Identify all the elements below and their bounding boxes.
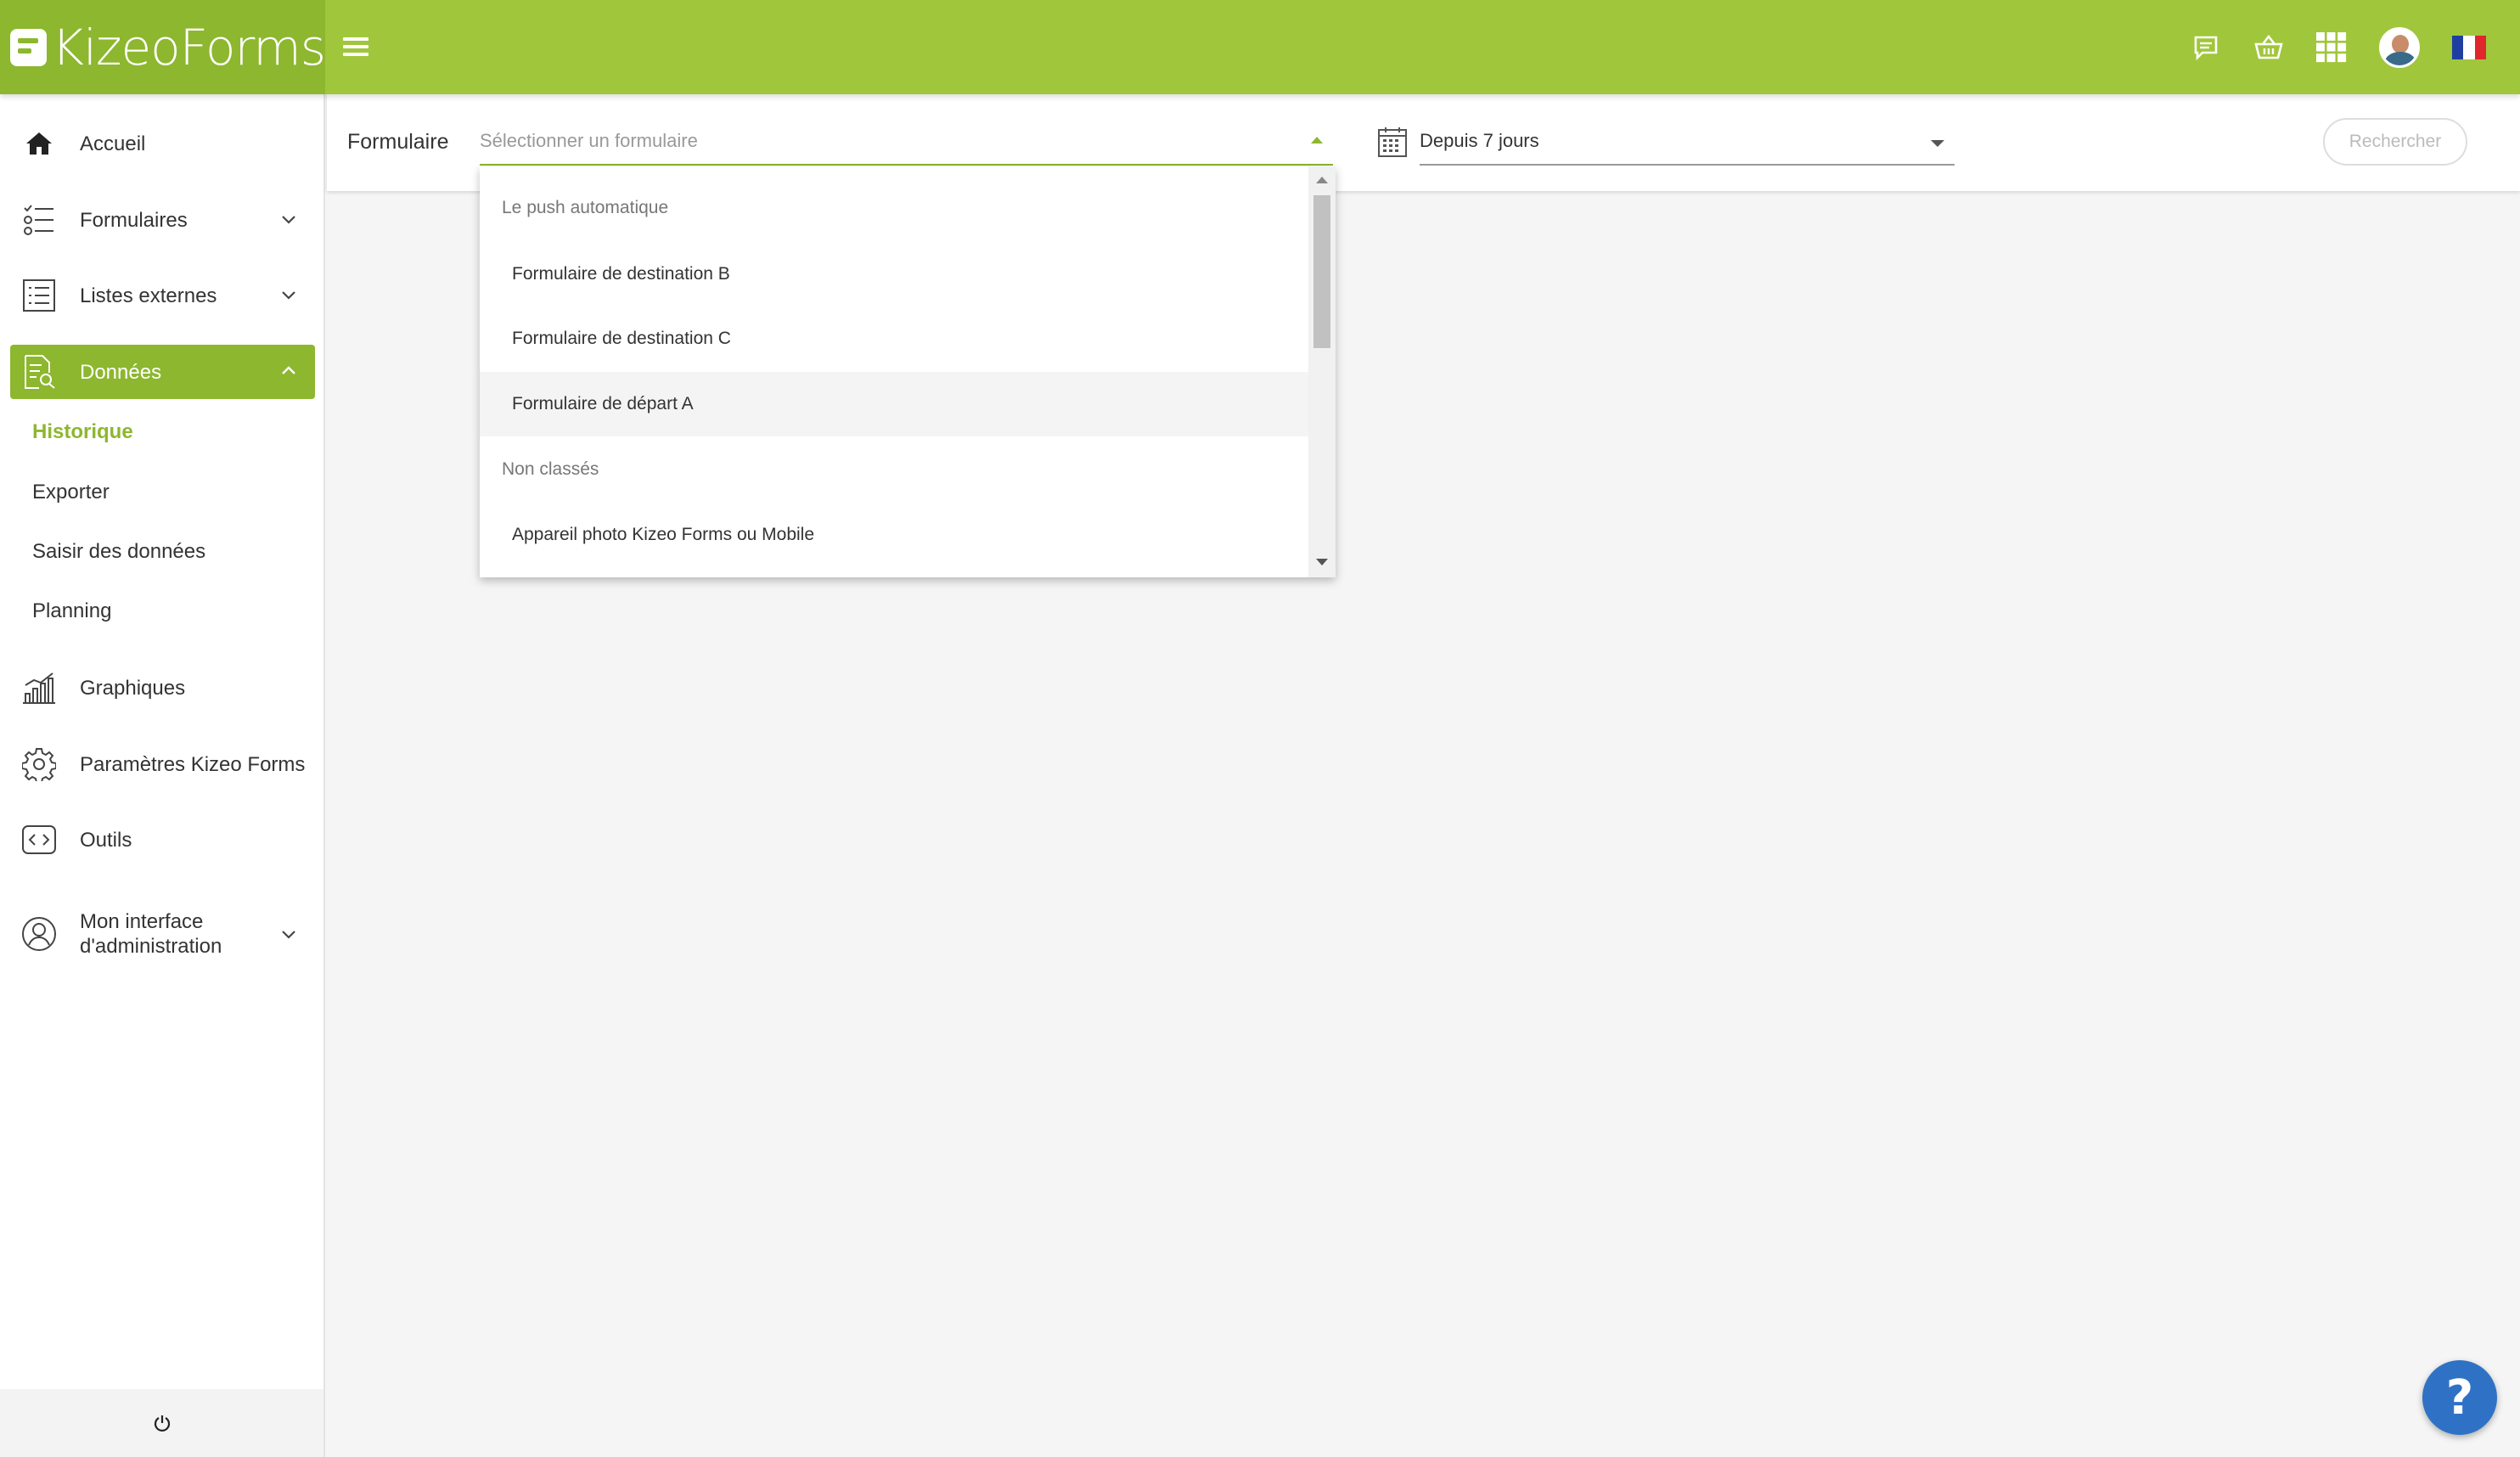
code-icon (20, 821, 58, 858)
sidebar-item-label: Données (80, 360, 162, 384)
sidebar-subitem-saisir-des-donnees[interactable]: Saisir des données (32, 540, 205, 564)
dropdown-group-label: Le push automatique (502, 198, 669, 217)
form-dropdown-list: Le push automatique Formulaire de destin… (480, 166, 1308, 577)
sidebar-item-outils[interactable]: Outils (10, 813, 315, 867)
sidebar: Accueil Formulaires Listes externes Donn… (0, 94, 325, 1457)
top-icons (2191, 0, 2486, 94)
gear-icon (20, 745, 58, 783)
calendar-icon[interactable] (1378, 127, 1407, 157)
scrollbar-thumb[interactable] (1313, 195, 1330, 348)
form-dropdown: Le push automatique Formulaire de destin… (480, 166, 1336, 577)
logo-text: KizeoForms (51, 18, 326, 76)
hamburger-menu-icon[interactable] (343, 36, 368, 58)
sidebar-item-graphiques[interactable]: Graphiques (10, 661, 315, 715)
form-label: Formulaire (347, 130, 449, 154)
chevron-down-icon[interactable] (281, 926, 296, 942)
apps-grid-icon[interactable] (2316, 31, 2347, 63)
forms-list-icon (20, 201, 58, 239)
chevron-up-icon[interactable] (281, 363, 296, 379)
sidebar-item-label: Listes externes (80, 284, 217, 307)
user-circle-icon (20, 915, 58, 953)
logo-icon (10, 28, 47, 66)
chevron-down-icon[interactable] (281, 211, 296, 227)
sidebar-item-donnees[interactable]: Données (10, 345, 315, 399)
sidebar-subitem-exporter[interactable]: Exporter (32, 481, 110, 504)
sidebar-item-listes-externes[interactable]: Listes externes (10, 268, 315, 323)
message-icon[interactable] (2191, 32, 2221, 63)
sidebar-item-parametres[interactable]: Paramètres Kizeo Forms (10, 737, 315, 791)
caret-down-icon (1931, 140, 1944, 147)
caret-up-icon (1311, 137, 1323, 143)
dropdown-option[interactable]: Formulaire de destination C (480, 307, 1308, 371)
form-select-placeholder: Sélectionner un formulaire (480, 130, 698, 151)
sidebar-item-label: Mon interface d'administration (80, 910, 222, 958)
basket-icon[interactable] (2253, 32, 2284, 63)
sidebar-item-label: Paramètres Kizeo Forms (80, 752, 306, 776)
data-search-icon (20, 353, 58, 391)
logo[interactable]: KizeoForms (0, 0, 326, 94)
sidebar-subitem-planning[interactable]: Planning (32, 599, 111, 623)
scroll-up-icon[interactable] (1316, 177, 1328, 183)
form-select[interactable]: Sélectionner un formulaire (480, 118, 1333, 166)
external-list-icon (20, 277, 58, 314)
sidebar-item-accueil[interactable]: Accueil (10, 116, 315, 171)
sidebar-item-label: Accueil (80, 132, 146, 155)
sidebar-item-administration[interactable]: Mon interface d'administration (10, 888, 315, 980)
dropdown-scrollbar[interactable] (1308, 166, 1336, 577)
avatar[interactable] (2379, 26, 2420, 68)
sidebar-item-label: Outils (80, 828, 132, 852)
top-bar: KizeoForms (0, 0, 2520, 94)
search-button[interactable]: Rechercher (2323, 118, 2467, 166)
dropdown-group-label: Non classés (502, 459, 599, 479)
sidebar-subitem-historique[interactable]: Historique (32, 420, 133, 444)
scroll-down-icon[interactable] (1316, 559, 1328, 565)
bar-chart-icon (20, 669, 58, 706)
sidebar-item-formulaires[interactable]: Formulaires (10, 193, 315, 247)
chevron-down-icon[interactable] (281, 287, 296, 302)
help-button[interactable]: ? (2422, 1360, 2497, 1435)
period-select-value: Depuis 7 jours (1420, 130, 1539, 151)
period-select[interactable]: Depuis 7 jours (1420, 118, 1955, 166)
logout-button[interactable] (0, 1389, 323, 1457)
dropdown-option[interactable]: Formulaire de destination B (480, 242, 1308, 307)
dropdown-option[interactable]: Appareil photo Kizeo Forms ou Mobile (480, 503, 1308, 567)
dropdown-option[interactable]: Formulaire de départ A (480, 372, 1308, 436)
sidebar-item-label: Graphiques (80, 676, 186, 700)
flag-fr-icon[interactable] (2452, 35, 2486, 59)
home-icon (20, 125, 58, 162)
power-icon (154, 1415, 170, 1432)
sidebar-item-label: Formulaires (80, 208, 188, 232)
